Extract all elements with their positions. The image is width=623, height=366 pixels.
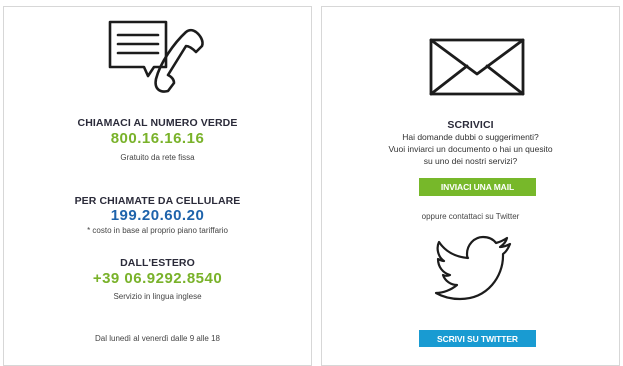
abroad-number[interactable]: +39 06.9292.8540 [4,270,311,287]
mobile-heading: PER CHIAMATE DA CELLULARE [74,195,241,207]
opening-hours: Dal lunedì al venerdì dalle 9 alle 18 [95,334,220,343]
write-text-line-3: su uno dei nostri servizi? [423,156,518,166]
write-text-line-2: Vuoi inviarci un documento o hai un ques… [388,144,553,154]
phone-contact-panel: CHIAMACI AL NUMERO VERDE 800.16.16.16 Gr… [3,6,312,366]
write-on-twitter-button[interactable]: SCRIVI SU TWITTER [419,330,536,347]
write-text-line-1: Hai domande dubbi o suggerimenti? [402,132,539,142]
send-mail-button[interactable]: INVIACI UNA MAIL [419,178,536,196]
write-heading: SCRIVICI [447,119,494,131]
twitter-note: oppure contattaci su Twitter [421,212,520,221]
envelope-icon [429,38,525,96]
abroad-note: Servizio in lingua inglese [113,292,202,301]
toll-free-number[interactable]: 800.16.16.16 [4,130,311,147]
mobile-note: * costo in base al proprio piano tariffa… [87,226,228,235]
chat-phone-icon [108,20,204,93]
write-contact-panel: SCRIVICI Hai domande dubbi o suggeriment… [321,6,620,366]
twitter-bird-icon [434,235,512,301]
mobile-number[interactable]: 199.20.60.20 [4,207,311,224]
toll-free-heading: CHIAMACI AL NUMERO VERDE [77,117,238,129]
toll-free-note: Gratuito da rete fissa [120,153,195,162]
abroad-heading: DALL'ESTERO [120,257,195,269]
